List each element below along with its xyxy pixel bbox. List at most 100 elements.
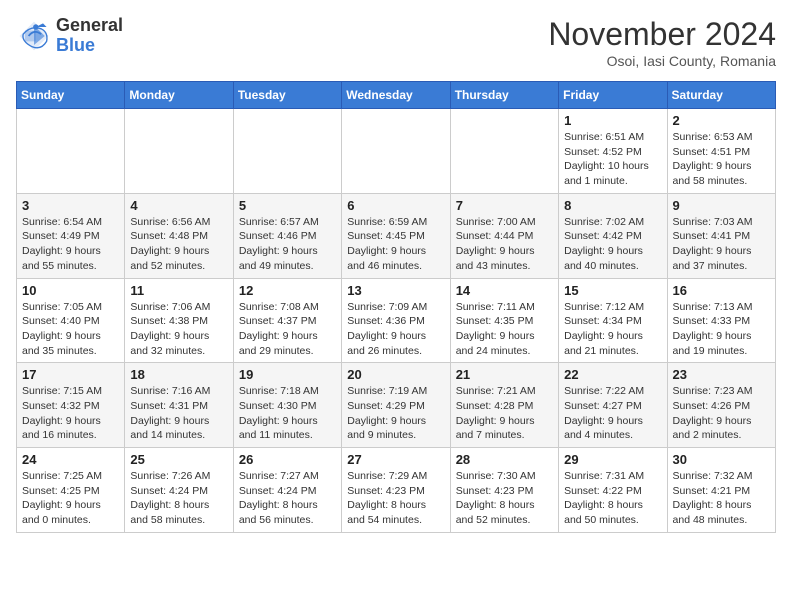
- day-number: 14: [456, 283, 553, 298]
- calendar-cell: 5 Sunrise: 6:57 AMSunset: 4:46 PMDaylight…: [233, 193, 341, 278]
- calendar-week-row: 10 Sunrise: 7:05 AMSunset: 4:40 PMDayligh…: [17, 278, 776, 363]
- calendar-week-row: 3 Sunrise: 6:54 AMSunset: 4:49 PMDaylight…: [17, 193, 776, 278]
- calendar-cell: 6 Sunrise: 6:59 AMSunset: 4:45 PMDaylight…: [342, 193, 450, 278]
- day-number: 29: [564, 452, 661, 467]
- day-info: Sunrise: 6:57 AMSunset: 4:46 PMDaylight:…: [239, 215, 336, 274]
- day-number: 8: [564, 198, 661, 213]
- calendar-cell: 21 Sunrise: 7:21 AMSunset: 4:28 PMDayligh…: [450, 363, 558, 448]
- calendar-cell: 17 Sunrise: 7:15 AMSunset: 4:32 PMDayligh…: [17, 363, 125, 448]
- weekday-header-monday: Monday: [125, 82, 233, 109]
- day-info: Sunrise: 6:59 AMSunset: 4:45 PMDaylight:…: [347, 215, 444, 274]
- weekday-header-wednesday: Wednesday: [342, 82, 450, 109]
- calendar-body: 1 Sunrise: 6:51 AMSunset: 4:52 PMDaylight…: [17, 109, 776, 533]
- day-number: 19: [239, 367, 336, 382]
- calendar-cell: 2Sunrise: 6:53 AMSunset: 4:51 PMDaylight…: [667, 109, 775, 194]
- location-subtitle: Osoi, Iasi County, Romania: [548, 53, 776, 69]
- day-info: Sunrise: 7:27 AMSunset: 4:24 PMDaylight:…: [239, 469, 336, 528]
- day-info: Sunrise: 7:12 AMSunset: 4:34 PMDaylight:…: [564, 300, 661, 359]
- day-number: 10: [22, 283, 119, 298]
- calendar-cell: 1 Sunrise: 6:51 AMSunset: 4:52 PMDaylight…: [559, 109, 667, 194]
- calendar-week-row: 17 Sunrise: 7:15 AMSunset: 4:32 PMDayligh…: [17, 363, 776, 448]
- day-info: Sunrise: 7:06 AMSunset: 4:38 PMDaylight:…: [130, 300, 227, 359]
- day-info: Sunrise: 6:51 AMSunset: 4:52 PMDaylight:…: [564, 130, 661, 189]
- calendar-cell: 24 Sunrise: 7:25 AMSunset: 4:25 PMDayligh…: [17, 448, 125, 533]
- day-info: Sunrise: 7:15 AMSunset: 4:32 PMDaylight:…: [22, 384, 119, 443]
- calendar-cell: 29 Sunrise: 7:31 AMSunset: 4:22 PMDayligh…: [559, 448, 667, 533]
- title-area: November 2024 Osoi, Iasi County, Romania: [548, 16, 776, 69]
- calendar-cell: 30 Sunrise: 7:32 AMSunset: 4:21 PMDayligh…: [667, 448, 775, 533]
- calendar-cell: 25 Sunrise: 7:26 AMSunset: 4:24 PMDayligh…: [125, 448, 233, 533]
- day-info: Sunrise: 7:03 AMSunset: 4:41 PMDaylight:…: [673, 215, 770, 274]
- day-number: 5: [239, 198, 336, 213]
- calendar-cell: 28Sunrise: 7:30 AMSunset: 4:23 PMDayligh…: [450, 448, 558, 533]
- day-info: Sunrise: 7:21 AMSunset: 4:28 PMDaylight:…: [456, 384, 553, 443]
- calendar-cell: 3 Sunrise: 6:54 AMSunset: 4:49 PMDaylight…: [17, 193, 125, 278]
- day-number: 9: [673, 198, 770, 213]
- calendar-cell: 12 Sunrise: 7:08 AMSunset: 4:37 PMDayligh…: [233, 278, 341, 363]
- day-number: 16: [673, 283, 770, 298]
- weekday-header-saturday: Saturday: [667, 82, 775, 109]
- calendar-cell: 18Sunrise: 7:16 AMSunset: 4:31 PMDayligh…: [125, 363, 233, 448]
- calendar-cell: [17, 109, 125, 194]
- calendar-cell: 7 Sunrise: 7:00 AMSunset: 4:44 PMDaylight…: [450, 193, 558, 278]
- day-info: Sunrise: 7:16 AMSunset: 4:31 PMDaylight:…: [130, 384, 227, 443]
- calendar-cell: 19 Sunrise: 7:18 AMSunset: 4:30 PMDayligh…: [233, 363, 341, 448]
- day-info: Sunrise: 7:19 AMSunset: 4:29 PMDaylight:…: [347, 384, 444, 443]
- day-info: Sunrise: 7:02 AMSunset: 4:42 PMDaylight:…: [564, 215, 661, 274]
- logo-general-text: General: [56, 16, 123, 36]
- page-header: General Blue November 2024 Osoi, Iasi Co…: [16, 16, 776, 69]
- calendar-cell: 22 Sunrise: 7:22 AMSunset: 4:27 PMDayligh…: [559, 363, 667, 448]
- day-number: 11: [130, 283, 227, 298]
- day-number: 25: [130, 452, 227, 467]
- calendar-week-row: 24 Sunrise: 7:25 AMSunset: 4:25 PMDayligh…: [17, 448, 776, 533]
- logo-icon: [16, 18, 52, 54]
- day-number: 17: [22, 367, 119, 382]
- day-number: 26: [239, 452, 336, 467]
- day-info: Sunrise: 7:18 AMSunset: 4:30 PMDaylight:…: [239, 384, 336, 443]
- month-title: November 2024: [548, 16, 776, 53]
- day-number: 21: [456, 367, 553, 382]
- day-info: Sunrise: 7:23 AMSunset: 4:26 PMDaylight:…: [673, 384, 770, 443]
- calendar-cell: [450, 109, 558, 194]
- day-number: 23: [673, 367, 770, 382]
- day-number: 20: [347, 367, 444, 382]
- day-number: 1: [564, 113, 661, 128]
- logo: General Blue: [16, 16, 123, 56]
- day-info: Sunrise: 7:22 AMSunset: 4:27 PMDaylight:…: [564, 384, 661, 443]
- calendar-cell: 16 Sunrise: 7:13 AMSunset: 4:33 PMDayligh…: [667, 278, 775, 363]
- day-info: Sunrise: 6:54 AMSunset: 4:49 PMDaylight:…: [22, 215, 119, 274]
- calendar-cell: 26 Sunrise: 7:27 AMSunset: 4:24 PMDayligh…: [233, 448, 341, 533]
- calendar-cell: 10 Sunrise: 7:05 AMSunset: 4:40 PMDayligh…: [17, 278, 125, 363]
- calendar-cell: [342, 109, 450, 194]
- day-info: Sunrise: 7:00 AMSunset: 4:44 PMDaylight:…: [456, 215, 553, 274]
- day-number: 12: [239, 283, 336, 298]
- day-info: Sunrise: 6:56 AMSunset: 4:48 PMDaylight:…: [130, 215, 227, 274]
- day-info: Sunrise: 7:05 AMSunset: 4:40 PMDaylight:…: [22, 300, 119, 359]
- day-number: 3: [22, 198, 119, 213]
- day-number: 4: [130, 198, 227, 213]
- day-number: 22: [564, 367, 661, 382]
- day-number: 15: [564, 283, 661, 298]
- day-number: 6: [347, 198, 444, 213]
- day-info: Sunrise: 7:32 AMSunset: 4:21 PMDaylight:…: [673, 469, 770, 528]
- day-number: 13: [347, 283, 444, 298]
- calendar-cell: 8 Sunrise: 7:02 AMSunset: 4:42 PMDaylight…: [559, 193, 667, 278]
- day-info: Sunrise: 7:08 AMSunset: 4:37 PMDaylight:…: [239, 300, 336, 359]
- day-info: Sunrise: 7:13 AMSunset: 4:33 PMDaylight:…: [673, 300, 770, 359]
- weekday-header-thursday: Thursday: [450, 82, 558, 109]
- calendar-cell: 9 Sunrise: 7:03 AMSunset: 4:41 PMDaylight…: [667, 193, 775, 278]
- day-number: 30: [673, 452, 770, 467]
- calendar-cell: 27Sunrise: 7:29 AMSunset: 4:23 PMDayligh…: [342, 448, 450, 533]
- logo-text: General Blue: [56, 16, 123, 56]
- day-info: Sunrise: 7:26 AMSunset: 4:24 PMDaylight:…: [130, 469, 227, 528]
- logo-blue-text: Blue: [56, 36, 123, 56]
- day-number: 7: [456, 198, 553, 213]
- day-info: Sunrise: 7:30 AMSunset: 4:23 PMDaylight:…: [456, 469, 553, 528]
- day-number: 24: [22, 452, 119, 467]
- day-info: Sunrise: 7:29 AMSunset: 4:23 PMDaylight:…: [347, 469, 444, 528]
- day-info: Sunrise: 7:31 AMSunset: 4:22 PMDaylight:…: [564, 469, 661, 528]
- calendar-cell: [233, 109, 341, 194]
- weekday-header-row: SundayMondayTuesdayWednesdayThursdayFrid…: [17, 82, 776, 109]
- day-info: Sunrise: 7:25 AMSunset: 4:25 PMDaylight:…: [22, 469, 119, 528]
- day-number: 2: [673, 113, 770, 128]
